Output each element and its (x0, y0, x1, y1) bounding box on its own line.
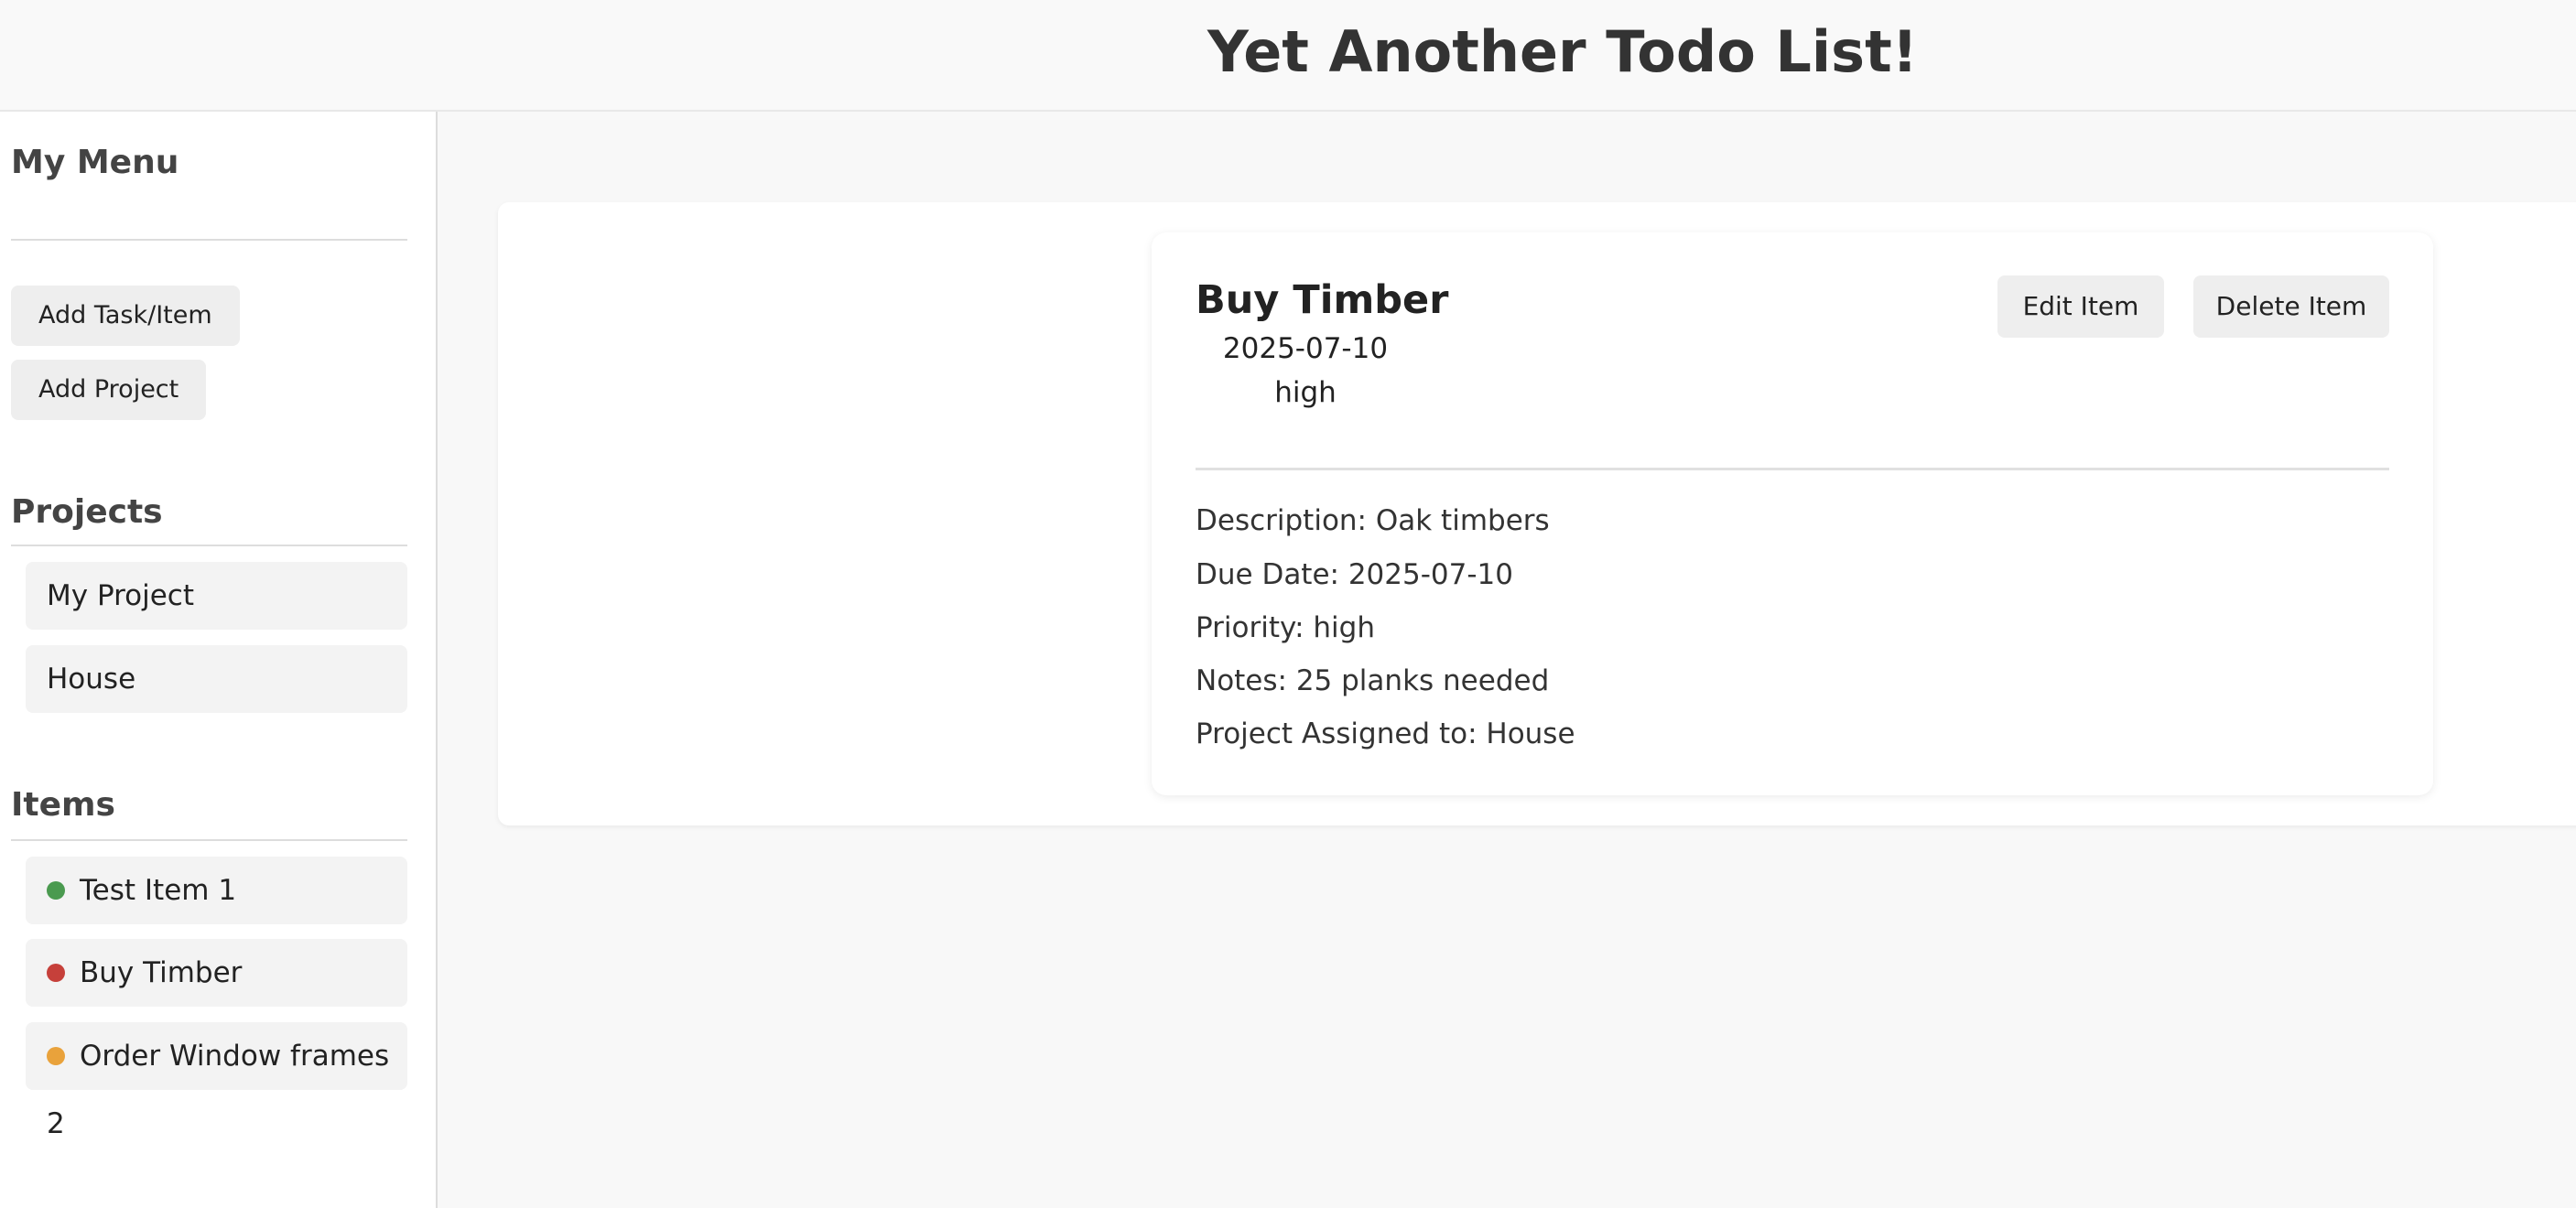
priority-dot-icon (47, 880, 65, 900)
item-detail-card: Buy Timber 2025-07-10 high Edit Item Del… (1152, 232, 2433, 795)
sidebar-item-test-item-1[interactable]: Test Item 1 (26, 857, 407, 924)
item-project: Project Assigned to: House (1196, 717, 1575, 750)
sidebar-project-house[interactable]: House (26, 645, 407, 713)
sidebar-project-my-project[interactable]: My Project (26, 562, 407, 630)
projects-divider (11, 545, 407, 546)
project-label: My Project (47, 579, 195, 612)
add-task-button[interactable]: Add Task/Item (11, 286, 240, 346)
page-title: Yet Another Todo List! (1207, 18, 1918, 85)
item-description: Description: Oak timbers (1196, 504, 1550, 537)
item-priority-line: Priority: high (1196, 611, 1375, 644)
detail-divider (1196, 468, 2389, 470)
menu-divider (11, 239, 407, 241)
item-notes: Notes: 25 planks needed (1196, 664, 1550, 697)
item-priority: high (1274, 376, 1337, 409)
sidebar: My Menu Add Task/Item Add Project Projec… (0, 112, 438, 1208)
app-header: Yet Another Todo List! (0, 0, 2576, 112)
item-date: 2025-07-10 (1222, 332, 1389, 365)
sidebar-item-buy-timber[interactable]: Buy Timber (26, 939, 407, 1007)
item-label: Order Window frames 2 (47, 1040, 390, 1140)
item-label: Buy Timber (80, 956, 243, 989)
item-label: Test Item 1 (80, 874, 237, 907)
items-divider (11, 839, 407, 841)
delete-item-button[interactable]: Delete Item (2193, 275, 2389, 338)
edit-item-button[interactable]: Edit Item (1997, 275, 2164, 338)
priority-dot-icon (47, 963, 65, 982)
items-heading: Items (11, 786, 115, 824)
projects-heading: Projects (11, 493, 163, 531)
menu-heading: My Menu (11, 144, 179, 181)
add-project-button[interactable]: Add Project (11, 360, 207, 420)
sidebar-item-order-window-frames-2[interactable]: Order Window frames 2 (26, 1022, 407, 1140)
item-title: Buy Timber (1196, 277, 1449, 323)
item-due-date: Due Date: 2025-07-10 (1196, 558, 1513, 591)
project-label: House (47, 663, 136, 696)
priority-dot-icon (47, 1046, 65, 1065)
